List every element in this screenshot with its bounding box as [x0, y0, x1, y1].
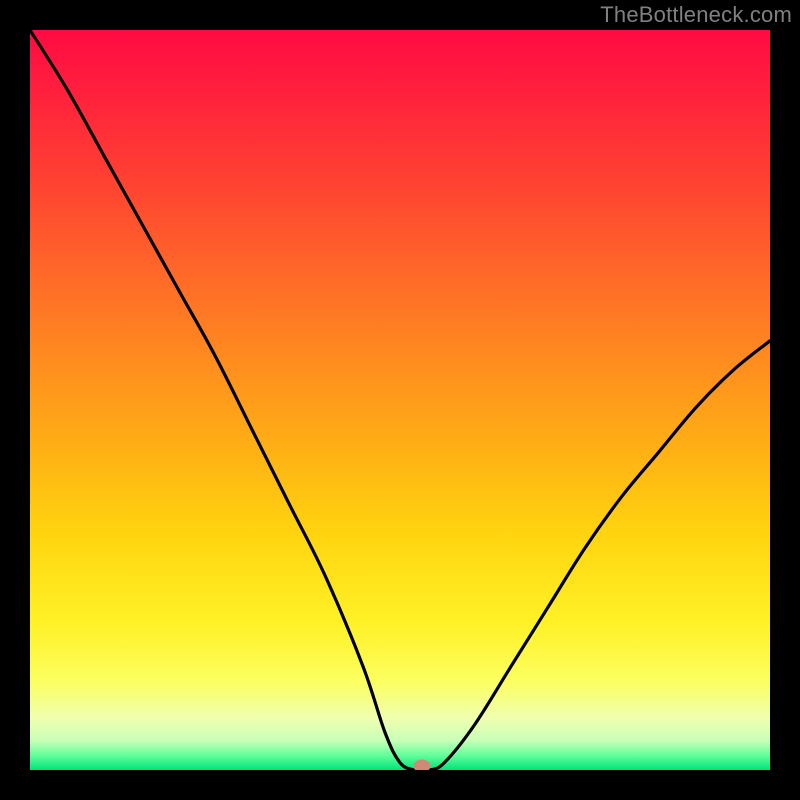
- bottleneck-curve: [30, 30, 770, 770]
- bottleneck-marker-icon: [414, 760, 431, 770]
- plot-area: [30, 30, 770, 770]
- chart-container: TheBottleneck.com: [0, 0, 800, 800]
- attribution-label: TheBottleneck.com: [600, 2, 792, 28]
